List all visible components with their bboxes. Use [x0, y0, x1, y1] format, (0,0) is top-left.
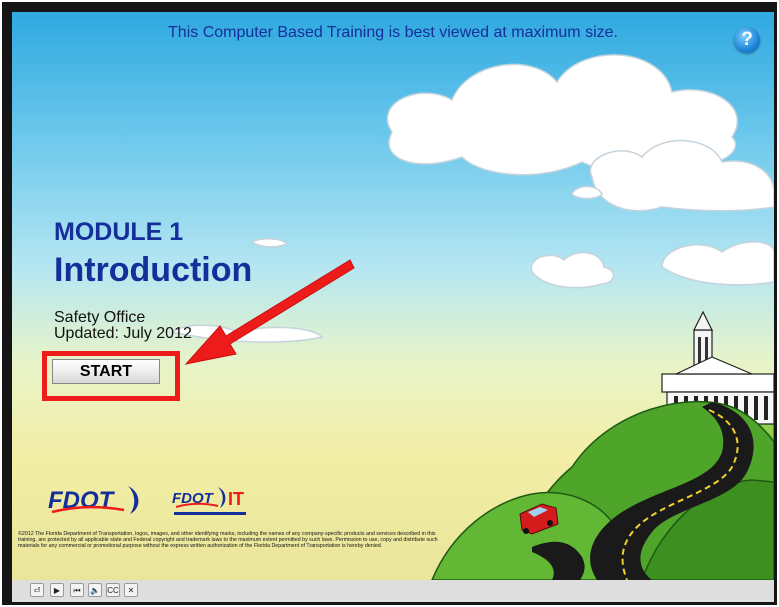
player-controls: ⏎ ▶ ⏮ 🔈 CC ✕	[12, 580, 774, 602]
fdot-it-logo: FDOT IT	[172, 487, 246, 515]
start-button[interactable]: START	[52, 359, 160, 384]
logo-text: IT	[228, 489, 244, 509]
training-slide: This Computer Based Training is best vie…	[12, 12, 774, 580]
play-icon[interactable]: ▶	[50, 583, 64, 597]
copyright-notice: ©2012 The Florida Department of Transpor…	[18, 531, 438, 550]
volume-icon[interactable]: 🔈	[88, 583, 102, 597]
close-icon[interactable]: ✕	[124, 583, 138, 597]
exit-icon[interactable]: ⏎	[30, 583, 44, 597]
rewind-icon[interactable]: ⏮	[70, 583, 84, 597]
fdot-logo: FDOT	[48, 486, 139, 514]
captions-icon[interactable]: CC	[106, 583, 120, 597]
